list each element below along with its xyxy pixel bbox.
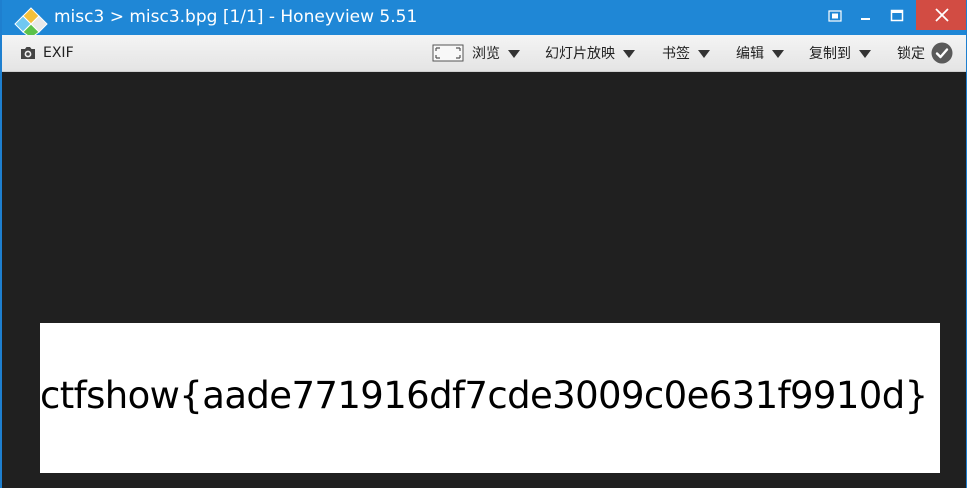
chevron-down-icon — [698, 50, 710, 58]
fullscreen-icon — [432, 44, 464, 62]
title-bar[interactable]: misc3 > misc3.bpg [1/1] - Honeyview 5.51 — [2, 0, 966, 39]
slideshow-label: 幻灯片放映 — [545, 46, 615, 62]
pin-icon[interactable] — [820, 0, 850, 32]
toolbar: EXIF 浏览 幻灯片放映 书签 编辑 复制到 锁定 — [2, 35, 966, 72]
chevron-down-icon — [623, 50, 635, 58]
camera-icon — [19, 45, 37, 61]
lock-label: 锁定 — [897, 46, 925, 62]
honeyview-logo-icon — [14, 6, 48, 39]
edit-menu[interactable]: 编辑 — [736, 35, 784, 71]
exif-button[interactable]: EXIF — [19, 35, 74, 71]
window-title: misc3 > misc3.bpg [1/1] - Honeyview 5.51 — [54, 7, 418, 27]
bookmark-label: 书签 — [662, 46, 690, 62]
bookmark-menu[interactable]: 书签 — [662, 35, 710, 71]
close-icon[interactable] — [916, 0, 966, 30]
exif-label: EXIF — [43, 45, 74, 61]
lock-toggle[interactable]: 锁定 — [897, 35, 953, 71]
maximize-icon[interactable] — [882, 0, 912, 32]
checkmark-circle-icon — [931, 42, 953, 64]
browse-label: 浏览 — [472, 46, 500, 62]
browse-menu[interactable]: 浏览 — [432, 35, 520, 71]
slideshow-menu[interactable]: 幻灯片放映 — [545, 35, 635, 71]
image-flag-text: ctfshow{aade771916df7cde3009c0e631f9910d… — [40, 374, 928, 417]
honeyview-window: misc3 > misc3.bpg [1/1] - Honeyview 5.51 — [0, 0, 967, 488]
minimize-icon[interactable] — [851, 0, 881, 32]
copy-to-menu[interactable]: 复制到 — [809, 35, 871, 71]
edit-label: 编辑 — [736, 46, 764, 62]
copy-to-label: 复制到 — [809, 46, 851, 62]
image-viewer[interactable]: ctfshow{aade771916df7cde3009c0e631f9910d… — [2, 72, 966, 488]
displayed-image: ctfshow{aade771916df7cde3009c0e631f9910d… — [40, 323, 940, 473]
chevron-down-icon — [859, 50, 871, 58]
chevron-down-icon — [508, 50, 520, 58]
chevron-down-icon — [772, 50, 784, 58]
